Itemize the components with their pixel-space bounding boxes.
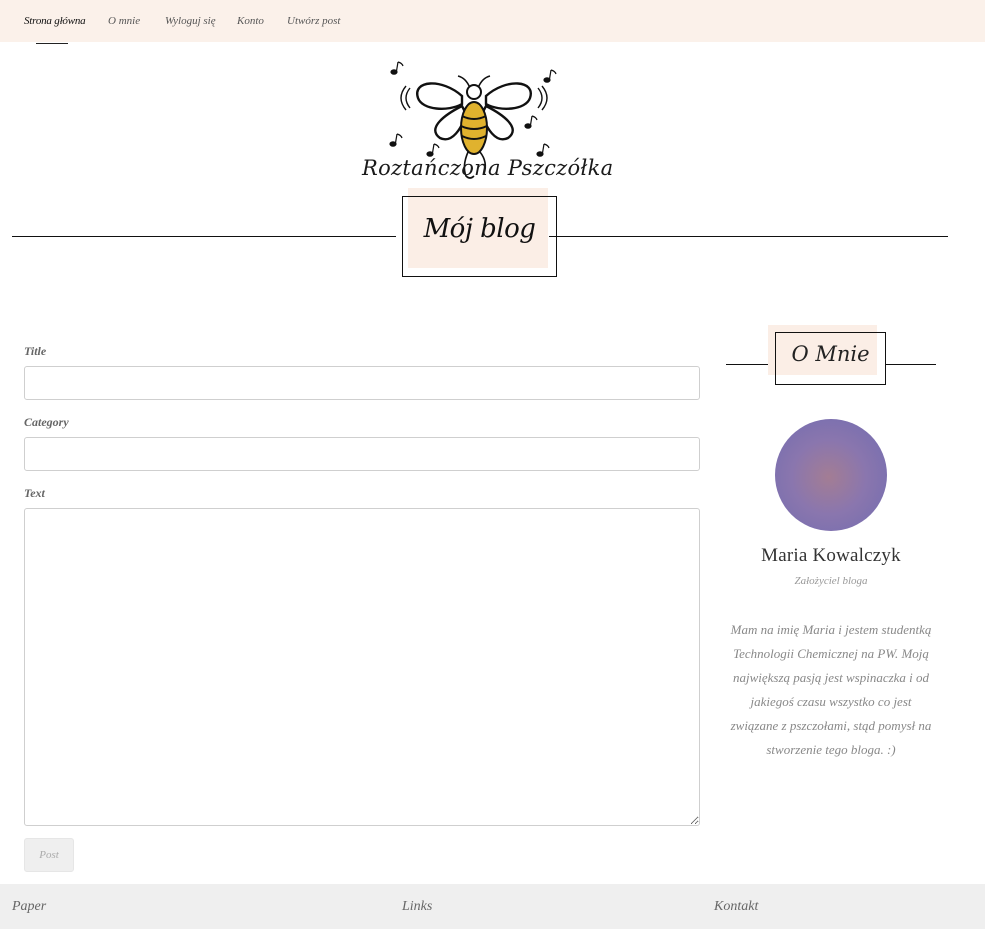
top-navbar: Strona główna O mnie Wyloguj się Konto U… (0, 0, 985, 42)
nav-link-logout[interactable]: Wyloguj się (165, 15, 216, 27)
nav-link-about[interactable]: O mnie (108, 15, 140, 27)
author-name: Maria Kowalczyk (761, 545, 901, 566)
site-logo[interactable]: Roztańczona Pszczółka (362, 58, 614, 190)
text-textarea[interactable] (24, 508, 700, 826)
footer: Paper Links Kontakt (0, 884, 985, 929)
text-label: Text (24, 486, 45, 500)
footer-heading-contact: Kontakt (714, 899, 759, 914)
nav-link-account[interactable]: Konto (237, 15, 264, 27)
logo-text: Roztańczona Pszczółka (362, 156, 614, 180)
author-bio: Mam na imię Maria i jestem studentką Tec… (730, 622, 932, 757)
author-role: Założyciel bloga (794, 575, 868, 587)
author-avatar (775, 419, 887, 531)
category-label: Category (24, 415, 69, 429)
blog-title: Mój blog (423, 214, 536, 244)
active-nav-underline (36, 43, 68, 44)
nav-link-create-post[interactable]: Utwórz post (287, 15, 341, 27)
nav-link-home[interactable]: Strona główna (24, 15, 86, 27)
about-title: O Mnie (791, 342, 870, 366)
title-input[interactable] (24, 366, 700, 400)
title-divider-right (549, 236, 948, 237)
about-divider-right (885, 364, 936, 365)
footer-heading-links: Links (402, 899, 433, 914)
post-button[interactable]: Post (24, 838, 74, 872)
category-input[interactable] (24, 437, 700, 471)
title-label: Title (24, 344, 47, 358)
title-divider-left (12, 236, 396, 237)
footer-heading-paper: Paper (12, 899, 47, 914)
about-divider-left (726, 364, 768, 365)
